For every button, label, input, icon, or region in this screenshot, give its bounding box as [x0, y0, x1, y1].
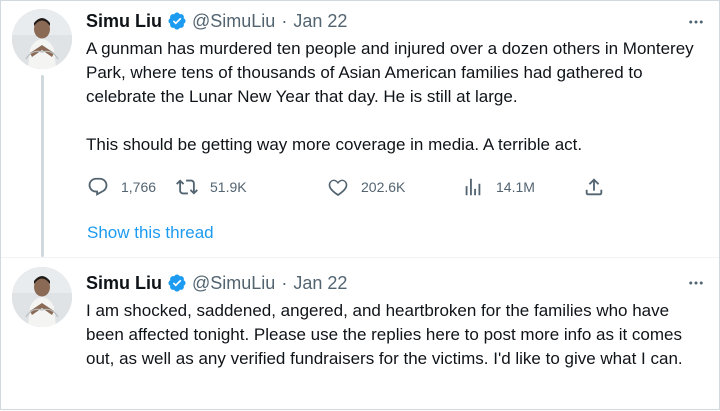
retweet-button[interactable]: 51.9K: [176, 173, 247, 201]
tweet-text: A gunman has murdered ten people and inj…: [86, 37, 706, 157]
avatar[interactable]: [12, 267, 72, 327]
author-name[interactable]: Simu Liu: [86, 9, 162, 33]
tweet-date[interactable]: Jan 22: [293, 271, 347, 295]
tweet-text: I am shocked, saddened, angered, and hea…: [86, 299, 706, 371]
separator-dot: ·: [281, 273, 288, 293]
views-count: 14.1M: [496, 179, 535, 195]
retweet-icon: [176, 179, 198, 195]
separator-dot: ·: [281, 11, 288, 31]
author-handle[interactable]: @SimuLiu: [192, 271, 275, 295]
avatar-image: [12, 9, 72, 69]
timeline: Simu Liu @SimuLiu · Jan 22 A gunman has …: [0, 0, 720, 410]
show-thread-link[interactable]: Show this thread: [87, 221, 214, 245]
tweet-paragraph: This should be getting way more coverage…: [86, 135, 583, 154]
views-button[interactable]: 14.1M: [462, 173, 535, 201]
more-icon[interactable]: [685, 11, 707, 33]
retweet-count: 51.9K: [210, 179, 247, 195]
thread-gap-dots: [40, 225, 45, 247]
like-count: 202.6K: [361, 179, 406, 195]
tweet[interactable]: Simu Liu @SimuLiu · Jan 22 A gunman has …: [1, 1, 719, 257]
share-button[interactable]: [583, 173, 605, 201]
views-icon: [465, 178, 481, 196]
reply-icon: [88, 177, 108, 196]
tweet-header: Simu Liu @SimuLiu · Jan 22: [86, 9, 347, 33]
verified-icon: [168, 274, 186, 292]
like-icon: [328, 179, 348, 197]
like-button[interactable]: 202.6K: [327, 173, 405, 201]
more-icon[interactable]: [685, 272, 707, 294]
author-handle[interactable]: @SimuLiu: [192, 9, 275, 33]
tweet-paragraph: A gunman has murdered ten people and inj…: [86, 39, 694, 106]
avatar[interactable]: [12, 9, 72, 69]
reply-button[interactable]: 1,766: [87, 173, 156, 201]
tweet[interactable]: Simu Liu @SimuLiu · Jan 22 I am shocked,…: [1, 257, 719, 411]
author-name[interactable]: Simu Liu: [86, 271, 162, 295]
avatar-image: [12, 267, 72, 327]
tweet-actions: 1,766 51.9K 202.6K 14.1M: [87, 173, 617, 201]
tweet-date[interactable]: Jan 22: [293, 9, 347, 33]
tweet-header: Simu Liu @SimuLiu · Jan 22: [86, 271, 347, 295]
tweet-paragraph: I am shocked, saddened, angered, and hea…: [86, 301, 683, 368]
share-icon: [585, 178, 603, 196]
reply-count: 1,766: [121, 179, 157, 195]
verified-icon: [168, 12, 186, 30]
